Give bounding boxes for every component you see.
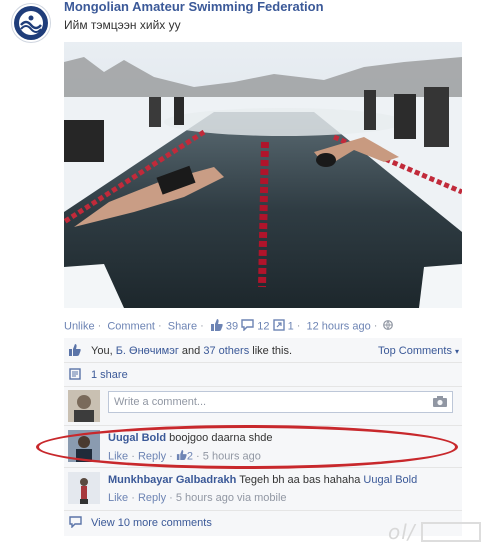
liker-friend-link[interactable]: Б. Өнөчимэг — [116, 345, 179, 357]
camera-icon[interactable] — [432, 395, 448, 411]
likes-others-link[interactable]: 37 others — [203, 345, 249, 357]
mention-link[interactable]: Uugal Bold — [363, 474, 417, 486]
comment-input[interactable]: Write a comment... — [108, 391, 453, 413]
person-photo-icon — [68, 472, 100, 504]
shares-count[interactable]: 1 — [288, 320, 294, 332]
thumbs-up-icon — [68, 344, 81, 359]
commenter-avatar[interactable] — [68, 472, 100, 504]
comment-reply-link[interactable]: Reply — [138, 492, 166, 504]
comment-link[interactable]: Comment — [107, 320, 155, 332]
globe-icon — [383, 320, 394, 333]
ice-swimming-photo — [64, 42, 462, 308]
watermark-icon: ol/ — [388, 520, 481, 544]
comment-input-placeholder: Write a comment... — [114, 396, 207, 408]
likes-suffix: like this. — [252, 345, 293, 357]
likes-count[interactable]: 39 — [226, 320, 238, 332]
comment-time[interactable]: 5 hours ago via mobile — [176, 492, 287, 504]
view-more-comments-link[interactable]: View 10 more comments — [91, 517, 212, 529]
top-comments-dropdown[interactable]: Top Comments ▾ — [378, 345, 459, 357]
caret-down-icon: ▾ — [455, 347, 460, 356]
write-comment-row: Write a comment... — [64, 389, 462, 425]
svg-text:ol/: ol/ — [388, 520, 417, 544]
likes-row: You, Б. Өнөчимэг and 37 others like this… — [64, 343, 462, 359]
comment-author-link[interactable]: Munkhbayar Galbadrakh — [108, 474, 236, 486]
unlike-link[interactable]: Unlike — [64, 320, 95, 332]
post-actions: Unlike · Comment · Share · 39 12 1 · 12 hour… — [64, 319, 394, 334]
watermark-logo: ol/ — [388, 519, 484, 551]
highlight-annotation — [36, 425, 458, 469]
comment-like-link[interactable]: Like — [108, 492, 128, 504]
post-time[interactable]: 12 hours ago — [307, 320, 371, 332]
comments-count[interactable]: 12 — [257, 320, 269, 332]
shares-row: 1 share — [64, 367, 462, 383]
user-photo-icon — [68, 390, 100, 422]
page-name-link[interactable]: Mongolian Amateur Swimming Federation — [64, 0, 324, 14]
post-photo[interactable] — [64, 42, 462, 308]
thumbs-up-icon — [210, 319, 223, 334]
share-icon — [69, 368, 81, 383]
share-link[interactable]: Share — [168, 320, 197, 332]
comment-item: Munkhbayar Galbadrakh Tegeh bh aa bas ha… — [64, 471, 462, 509]
likes-you: You, — [91, 345, 113, 357]
page-avatar[interactable] — [11, 3, 51, 43]
federation-logo-icon — [14, 6, 48, 40]
post-text: Ийм тэмцээн хийх уу — [64, 18, 181, 32]
likes-and: and — [181, 345, 201, 357]
user-avatar[interactable] — [68, 390, 100, 422]
comment-text: Tegeh bh aa bas hahaha — [239, 474, 361, 486]
shares-link[interactable]: 1 share — [91, 369, 128, 381]
share-icon — [272, 319, 285, 334]
comment-bubble-icon — [69, 516, 82, 531]
comment-bubble-icon — [241, 319, 254, 334]
top-comments-label: Top Comments — [378, 345, 452, 357]
